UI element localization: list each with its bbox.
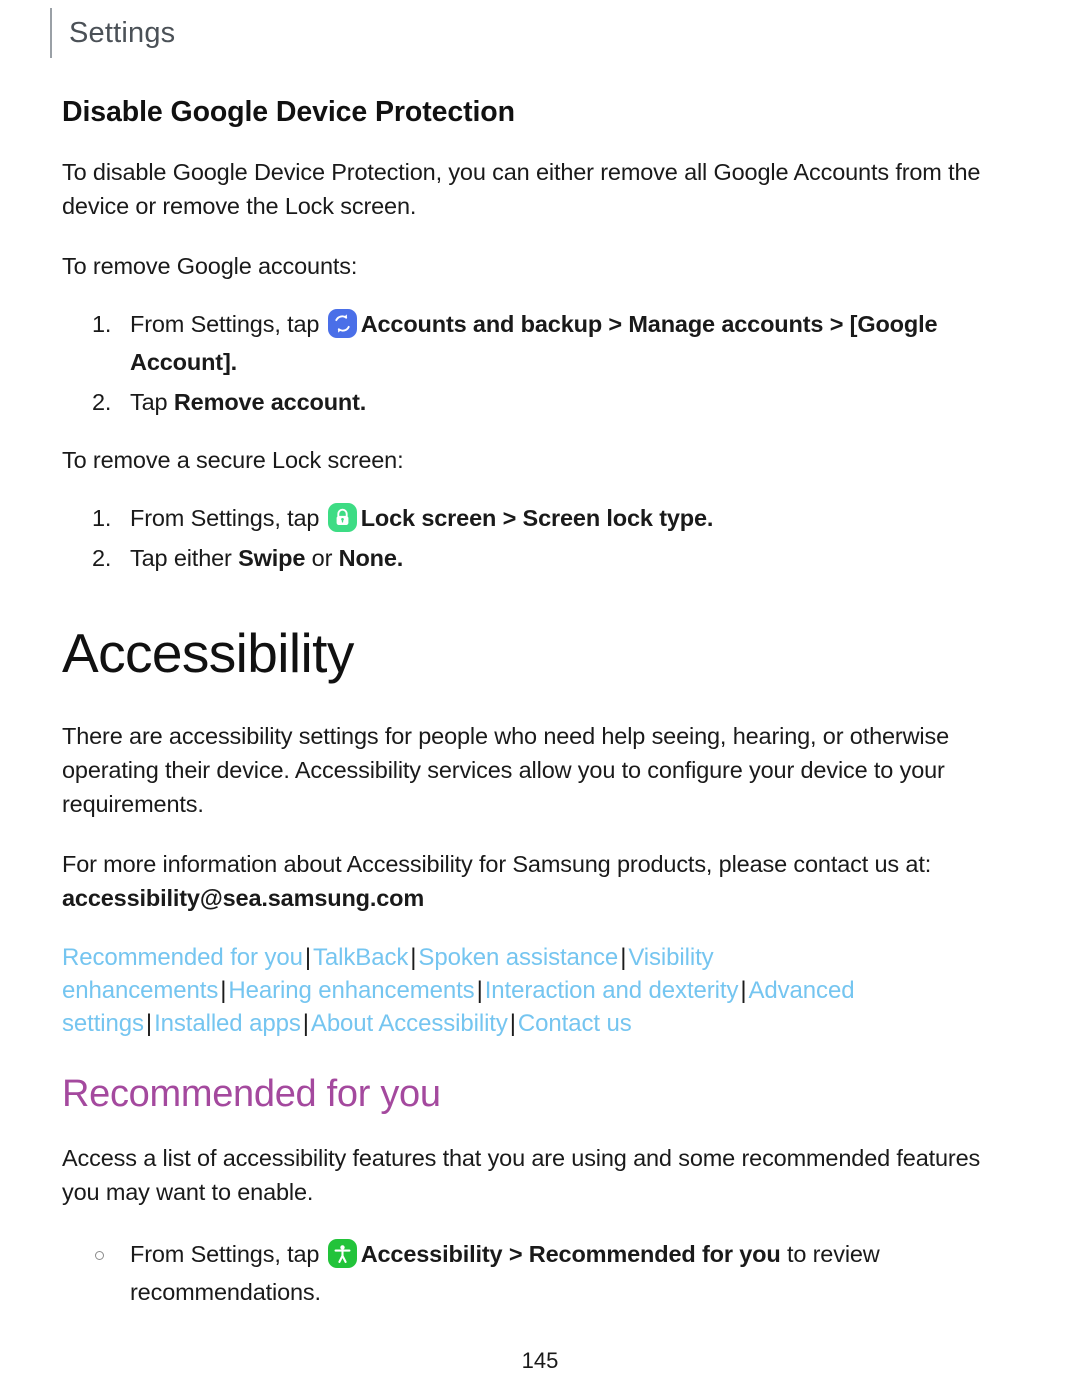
step-bold-lock-screen: Lock screen: [360, 504, 497, 531]
step-prefix: From Settings, tap: [130, 310, 320, 337]
intro-paragraph: To disable Google Device Protection, you…: [62, 158, 981, 219]
accessibility-icon: [327, 1239, 357, 1269]
section-title-recommended: Recommended for you: [62, 1072, 441, 1115]
list-item: From Settings, tap Lock screen > Screen …: [92, 499, 1014, 537]
list-item: Tap Remove account.: [92, 383, 1014, 421]
step-prefix: Tap: [130, 388, 168, 415]
lead-remove-lockscreen: To remove a secure Lock screen:: [62, 446, 404, 473]
step-bold-swipe: Swipe: [238, 544, 306, 571]
list-item: From Settings, tap Accounts and backup >…: [92, 305, 1014, 381]
sync-icon: [327, 308, 357, 338]
recommended-paragraph: Access a list of accessibility features …: [62, 1145, 981, 1206]
step-prefix: From Settings, tap: [130, 504, 320, 531]
link-contact-us[interactable]: Contact us: [518, 1010, 632, 1037]
step-chevron: >: [602, 310, 629, 337]
link-spoken-assistance[interactable]: Spoken assistance: [418, 944, 618, 971]
running-header-label: Settings: [69, 16, 176, 49]
link-separator: |: [740, 976, 747, 1004]
steps-remove-accounts: From Settings, tap Accounts and backup >…: [62, 305, 1014, 421]
recommended-steps: From Settings, tap Accessibility > Recom…: [62, 1235, 1014, 1311]
link-recommended-for-you[interactable]: Recommended for you: [62, 944, 303, 971]
contact-paragraph: For more information about Accessibility…: [62, 847, 1014, 915]
step-bold-accessibility: Accessibility: [360, 1241, 503, 1268]
contact-email: accessibility@sea.samsung.com: [62, 884, 425, 911]
link-separator: |: [620, 943, 627, 971]
running-header: Settings: [50, 8, 175, 58]
steps-remove-lockscreen: From Settings, tap Lock screen > Screen …: [62, 499, 1014, 577]
contact-lead: For more information about Accessibility…: [62, 850, 932, 877]
step-bold-manage-accounts: Manage accounts: [628, 310, 824, 337]
step-chevron: >: [502, 1241, 529, 1268]
link-separator: |: [220, 976, 227, 1004]
accessibility-link-row: Recommended for you|TalkBack|Spoken assi…: [62, 941, 967, 1040]
link-separator: |: [410, 943, 417, 971]
list-item: From Settings, tap Accessibility > Recom…: [92, 1235, 1014, 1311]
step-bold-screen-lock-type: Screen lock type.: [522, 504, 714, 531]
page-number: 145: [521, 1348, 559, 1373]
step-bold-accounts-backup: Accounts and backup: [360, 310, 603, 337]
link-about-accessibility[interactable]: About Accessibility: [311, 1010, 508, 1037]
page-content: Disable Google Device Protection To disa…: [62, 96, 1014, 1333]
lead-remove-accounts: To remove Google accounts:: [62, 252, 358, 279]
step-bold-remove-account: Remove account.: [173, 388, 367, 415]
link-interaction-and-dexterity[interactable]: Interaction and dexterity: [485, 977, 739, 1004]
step-bold-recommended-for-you: Recommended for you: [528, 1241, 781, 1268]
step-bold-none: None.: [338, 544, 404, 571]
link-separator: |: [304, 943, 312, 971]
link-separator: |: [145, 1009, 153, 1037]
step-prefix: From Settings, tap: [130, 1241, 320, 1268]
chapter-title: Accessibility: [62, 621, 354, 684]
accessibility-paragraph: There are accessibility settings for peo…: [62, 722, 949, 817]
step-chevron: >: [496, 504, 523, 531]
page-title: Disable Google Device Protection: [62, 96, 515, 128]
link-separator: |: [302, 1009, 309, 1037]
step-prefix: Tap either: [130, 544, 232, 571]
link-separator: |: [476, 976, 483, 1004]
link-hearing-enhancements[interactable]: Hearing enhancements: [228, 977, 474, 1004]
step-chevron-2: >: [823, 310, 850, 337]
link-installed-apps[interactable]: Installed apps: [154, 1010, 301, 1037]
list-item: Tap either Swipe or None.: [92, 539, 1014, 577]
link-talkback[interactable]: TalkBack: [313, 944, 408, 971]
step-middle: or: [305, 544, 339, 571]
link-separator: |: [509, 1009, 516, 1037]
lock-icon: [327, 502, 357, 532]
